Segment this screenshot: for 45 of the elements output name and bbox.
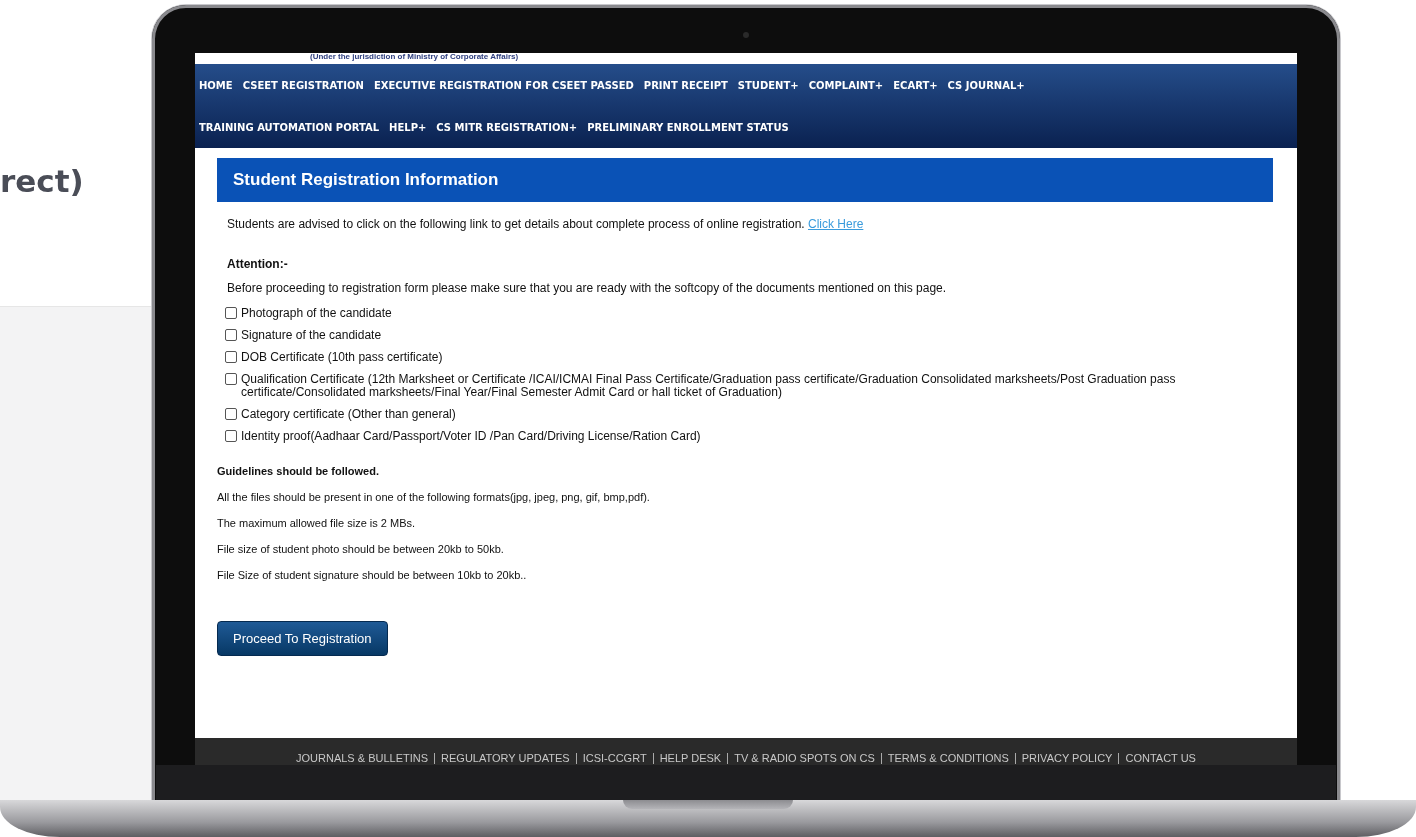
- nav-link[interactable]: CSEET REGISTRATION: [242, 79, 364, 91]
- guideline-text: All the files should be present in one of the following formats(jpg, jpeg, png, gif, bmp,pdf).: [217, 491, 651, 503]
- document-label: DOB Certificate (10th pass certificate): [241, 351, 444, 364]
- proceed-button[interactable]: Proceed To Registration: [217, 621, 388, 656]
- footer-link[interactable]: HELP DESK: [653, 752, 728, 764]
- document-label: Identity proof(Aadhaar Card/Passport/Voter ID /Pan Card/Driving License/Ration Card): [241, 430, 702, 443]
- checkbox[interactable]: [225, 430, 237, 442]
- footer-link[interactable]: PRIVACY POLICY: [1015, 752, 1119, 764]
- guidelines-heading: Guidelines should be followed.: [217, 465, 380, 477]
- footer-link[interactable]: CONTACT US: [1119, 752, 1202, 764]
- attention-text: Before proceeding to registration form please make sure that you are ready with the softcopy of the documents mentioned on this page.: [227, 281, 948, 295]
- jurisdiction-text: (Under the jurisdiction of Ministry of Corporate Affairs): [309, 53, 520, 63]
- nav-link[interactable]: CS MITR REGISTRATION+: [436, 121, 578, 133]
- guideline-text: File Size of student signature should be between 10kb to 20kb..: [217, 569, 528, 581]
- document-label: Signature of the candidate: [241, 329, 383, 342]
- guideline-text: The maximum allowed file size is 2 MBs.: [217, 517, 417, 529]
- nav-link[interactable]: TRAINING AUTOMATION PORTAL: [199, 121, 380, 133]
- nav-link[interactable]: COMPLAINT+: [808, 79, 884, 91]
- checkbox[interactable]: [225, 373, 237, 385]
- nav-link[interactable]: PRINT RECEIPT: [643, 79, 728, 91]
- document-label: Qualification Certificate (12th Marksheet or Certificate /ICAI/ICMAI Final Pass Certificate/Graduation pass certificate/Graduation Consolidated marksheets/Post Graduation pass certificate/Consolidated marksheets/Final Year/Final Semester Admit Card or hall ticket of Graduation): [241, 373, 1177, 399]
- document-label: Photograph of the candidate: [241, 307, 393, 320]
- nav-link[interactable]: STUDENT+: [737, 79, 799, 91]
- nav-link[interactable]: HELP+: [389, 121, 427, 133]
- guideline-text: File size of student photo should be between 20kb to 50kb.: [217, 543, 505, 555]
- section-title-bar: Student Registration Information: [217, 158, 1273, 202]
- footer-link[interactable]: JOURNALS & BULLETINS: [290, 752, 435, 764]
- nav-link[interactable]: EXECUTIVE REGISTRATION FOR CSEET PASSED: [373, 79, 634, 91]
- nav-link[interactable]: PRELIMINARY ENROLLMENT STATUS: [587, 121, 789, 133]
- footer-link[interactable]: REGULATORY UPDATES: [435, 752, 576, 764]
- nav-link[interactable]: CS JOURNAL+: [947, 79, 1025, 91]
- nav-link[interactable]: HOME: [199, 79, 233, 91]
- page-heading: rect): [0, 163, 85, 201]
- checkbox[interactable]: [225, 329, 237, 341]
- footer-link[interactable]: TERMS & CONDITIONS: [881, 752, 1015, 764]
- attention-heading: Attention:-: [227, 257, 289, 271]
- camera-icon: [743, 32, 749, 38]
- nav-link[interactable]: ECART+: [893, 79, 938, 91]
- document-label: Category certificate (Other than general): [241, 408, 457, 421]
- checkbox[interactable]: [225, 408, 237, 420]
- checkbox[interactable]: [225, 351, 237, 363]
- intro-text: Students are advised to click on the following link to get details about complete process of online registration. Click Here: [227, 217, 865, 231]
- footer-link[interactable]: ICSI-CCGRT: [576, 752, 653, 764]
- footer-link[interactable]: TV & RADIO SPOTS ON CS: [728, 752, 881, 764]
- checkbox[interactable]: [225, 307, 237, 319]
